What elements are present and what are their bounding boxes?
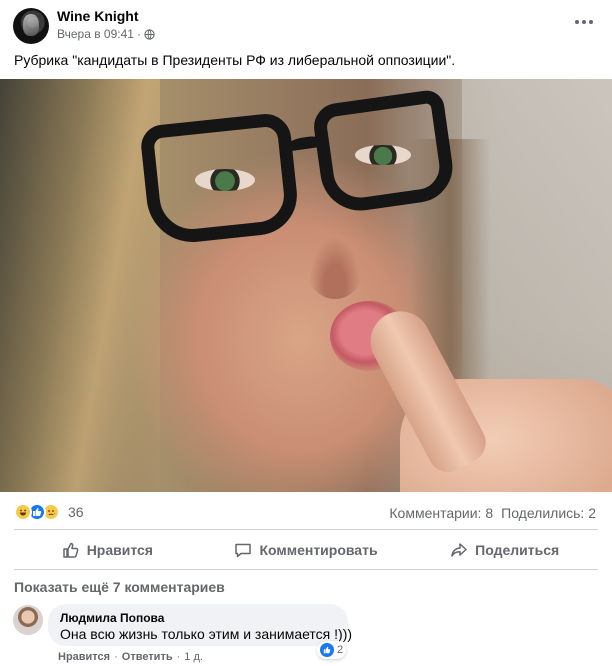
- globe-icon[interactable]: [144, 28, 155, 40]
- divider: [14, 569, 598, 570]
- photo-hair-left: [0, 79, 160, 492]
- share-label: Поделиться: [475, 542, 560, 558]
- comment-like-count: 2: [337, 644, 344, 656]
- post-card: Wine Knight Вчера в 09:41 · Рубрика "кан…: [0, 0, 612, 666]
- post-meta: Вчера в 09:41 ·: [57, 27, 155, 41]
- share-button[interactable]: Поделиться: [405, 535, 604, 565]
- comment-text: Она всю жизнь только этим и занимается !…: [60, 626, 353, 642]
- comment-label: Комментировать: [259, 542, 378, 558]
- comment-button[interactable]: Комментировать: [207, 535, 406, 565]
- comment-icon: [235, 543, 252, 558]
- post-photo[interactable]: [0, 79, 612, 492]
- comment-bubble: Людмила Попова Она всю жизнь только этим…: [48, 604, 353, 646]
- like-label: Нравится: [86, 542, 153, 558]
- like-button[interactable]: Нравится: [8, 535, 207, 565]
- post-time[interactable]: Вчера в 09:41: [57, 27, 134, 41]
- photo-nose: [305, 229, 365, 299]
- haha-icon: [14, 503, 32, 521]
- commenter-avatar[interactable]: [13, 605, 43, 635]
- show-more-comments-link[interactable]: Показать ещё 7 комментариев: [14, 579, 225, 595]
- thumbs-up-icon: [62, 542, 79, 558]
- commenter-name[interactable]: Людмила Попова: [60, 611, 336, 625]
- post-header: Wine Knight Вчера в 09:41 ·: [0, 0, 612, 46]
- divider: [14, 529, 598, 530]
- author-avatar[interactable]: [13, 8, 49, 44]
- engagement-counts: Комментарии: 8 Поделились: 2: [389, 505, 596, 521]
- comments-count[interactable]: Комментарии: 8: [389, 505, 493, 521]
- like-icon: [320, 643, 334, 657]
- dot-icon: [589, 20, 593, 24]
- separator: ·: [176, 651, 181, 663]
- dot-icon: [575, 20, 579, 24]
- comment-reactions[interactable]: 2: [317, 641, 347, 659]
- action-bar: Нравится Комментировать Поделиться: [8, 535, 604, 565]
- reactions-summary[interactable]: 36: [14, 503, 84, 521]
- dot-icon: [582, 20, 586, 24]
- more-options-button[interactable]: [572, 12, 596, 32]
- share-icon: [451, 543, 467, 557]
- photo-glasses-left: [139, 111, 301, 247]
- post-stats: 36 Комментарии: 8 Поделились: 2: [0, 500, 612, 526]
- post-text: Рубрика "кандидаты в Президенты РФ из ли…: [14, 52, 456, 68]
- reactions-count: 36: [68, 504, 84, 520]
- separator: ·: [114, 651, 118, 663]
- comment-actions: Нравится · Ответить · 1 д.: [58, 651, 203, 663]
- comment-age[interactable]: 1 д.: [184, 651, 203, 663]
- comment-reply-link[interactable]: Ответить: [122, 651, 173, 663]
- comment-like-link[interactable]: Нравится: [58, 651, 110, 663]
- author-name[interactable]: Wine Knight: [57, 8, 139, 24]
- shares-count[interactable]: Поделились: 2: [501, 505, 596, 521]
- meta-separator: ·: [136, 27, 141, 41]
- photo-glasses-right: [310, 88, 458, 216]
